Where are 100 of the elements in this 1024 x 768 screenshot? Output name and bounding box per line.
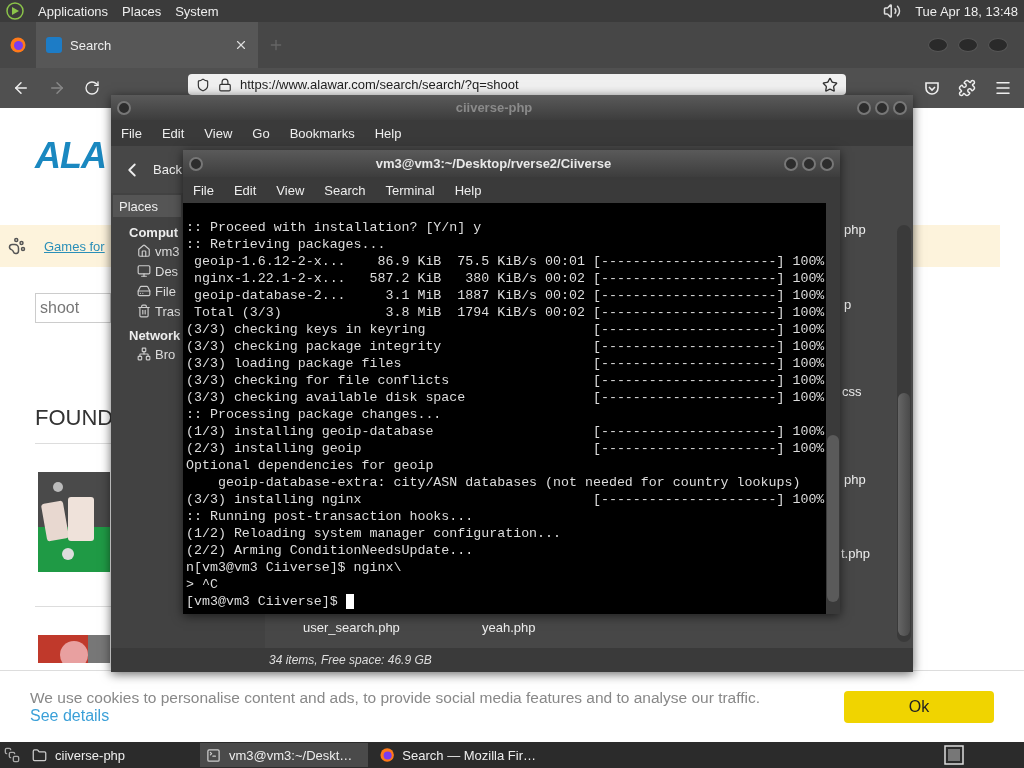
maximize-button[interactable]: [802, 156, 816, 171]
close-icon[interactable]: [234, 38, 248, 52]
favicon-icon: [46, 37, 62, 53]
back-icon[interactable]: [12, 79, 30, 97]
terminal-line: nginx-1.22.1-2-x... 587.2 KiB 380 KiB/s 00:02: [192, 270, 586, 287]
progress-bar-text: [----------------------] 100%: [592, 372, 825, 389]
sidebar-item[interactable]: vm3: [137, 242, 180, 260]
menu-item[interactable]: Bookmarks: [289, 125, 355, 141]
sidebar-item[interactable]: Tras: [137, 302, 181, 320]
file-name[interactable]: php: [844, 222, 866, 237]
menu-item[interactable]: File: [121, 125, 142, 141]
volume-icon[interactable]: [883, 2, 902, 20]
paw-icon: [8, 237, 26, 255]
panel-menu[interactable]: Places: [122, 3, 162, 19]
file-name[interactable]: css: [842, 384, 862, 399]
minimize-button[interactable]: [857, 100, 871, 115]
sidebar-item[interactable]: Des: [137, 262, 179, 280]
show-desktop-icon[interactable]: [4, 747, 20, 763]
workspace-icon[interactable]: [944, 745, 964, 765]
panel-logo-icon[interactable]: [6, 2, 24, 20]
panel-menu[interactable]: Applications: [38, 3, 109, 19]
menu-item[interactable]: Terminal: [385, 182, 435, 198]
minimize-button[interactable]: [784, 156, 798, 171]
progress-bar-text: [----------------------] 100%: [592, 355, 825, 372]
terminal-line: (3/3) checking keys in keyring: [186, 321, 427, 338]
network-icon: [137, 347, 151, 361]
terminal-cursor: [345, 594, 354, 609]
sidebar-item[interactable]: Bro: [137, 345, 176, 363]
terminal-line: Total (3/3) 3.8 MiB 1794 KiB/s 00:02: [192, 304, 586, 321]
taskbar-button[interactable]: ciiverse-php: [26, 743, 194, 767]
url-field[interactable]: https://www.alawar.com/search/search/?q=shoot: [188, 74, 846, 95]
menu-item[interactable]: Edit: [233, 182, 257, 198]
bookmark-star-icon[interactable]: [822, 76, 838, 93]
menu-item[interactable]: View: [204, 125, 233, 141]
menu-item[interactable]: View: [276, 182, 305, 198]
terminal-line: :: Retrieving packages...: [186, 236, 386, 253]
places-header[interactable]: Places: [113, 195, 181, 217]
taskbar-button[interactable]: Search — Mozilla Fir…: [374, 743, 542, 767]
menu-item[interactable]: Help: [454, 182, 482, 198]
menu-item[interactable]: Help: [374, 125, 402, 141]
window-button[interactable]: [928, 38, 948, 52]
shield-icon[interactable]: [196, 77, 210, 92]
panel-menu[interactable]: System: [175, 3, 219, 19]
terminal-line: (3/3) checking for file conflicts: [186, 372, 451, 389]
terminal-line: (3/3) installing nginx: [186, 491, 363, 508]
close-button[interactable]: [893, 100, 907, 115]
progress-bar-text: [----------------------] 100%: [592, 304, 825, 321]
firefox-icon: [10, 37, 26, 53]
terminal-line: :: Processing package changes...: [186, 406, 442, 423]
taskbar-button[interactable]: vm3@vm3:~/Deskt…: [200, 743, 368, 767]
maximize-button[interactable]: [875, 100, 889, 115]
ok-button[interactable]: Ok: [844, 690, 994, 723]
terminal-line: [vm3@vm3 Ciiverse]$: [186, 593, 339, 610]
scrollbar-thumb[interactable]: [898, 393, 910, 636]
extensions-icon[interactable]: [958, 79, 976, 97]
terminal-line: (1/3) installing geoip-database: [186, 423, 435, 440]
terminal-icon: [206, 747, 221, 763]
menu-item[interactable]: Go: [252, 125, 270, 141]
drive-icon: [137, 284, 151, 298]
window-title: vm3@vm3:~/Desktop/rverse2/Ciiverse: [374, 156, 613, 171]
sidebar-item[interactable]: File: [137, 282, 176, 300]
terminal-line: n[vm3@vm3 Ciiverse]$ nginx\: [186, 559, 402, 576]
file-name[interactable]: yeah.php: [482, 620, 536, 635]
clock: Tue Apr 18, 13:48: [915, 3, 1018, 19]
back-label[interactable]: Back: [153, 162, 182, 177]
lock-icon[interactable]: [218, 77, 232, 92]
folder-icon: [32, 747, 47, 763]
close-button[interactable]: [820, 156, 834, 171]
terminal-line: (3/3) loading package files: [186, 355, 403, 372]
browser-tab[interactable]: Search: [36, 22, 258, 68]
window-button[interactable]: [958, 38, 978, 52]
menu-item[interactable]: File: [193, 182, 214, 198]
sidebar-section: Comput: [129, 225, 179, 240]
pocket-icon[interactable]: [924, 80, 940, 96]
progress-bar-text: [----------------------] 100%: [592, 491, 825, 508]
menu-item[interactable]: Search: [324, 182, 366, 198]
file-name[interactable]: p: [844, 297, 852, 312]
terminal-line: geoip-1.6.12-2-x... 86.9 KiB 75.5 KiB/s 00:01: [192, 253, 586, 270]
home-icon: [137, 244, 151, 258]
firefox-icon: [380, 747, 395, 763]
search-field[interactable]: shoot: [35, 293, 111, 323]
file-name[interactable]: php: [844, 472, 866, 487]
progress-bar-text: [----------------------] 100%: [592, 287, 825, 304]
window-menu-button[interactable]: [117, 100, 131, 115]
file-name[interactable]: t.php: [841, 546, 870, 561]
terminal-line: (2/3) installing geoip: [186, 440, 363, 457]
site-logo[interactable]: ALA: [35, 135, 106, 175]
scrollbar-thumb[interactable]: [827, 435, 839, 602]
forward-icon[interactable]: [48, 79, 66, 97]
menu-item[interactable]: Edit: [161, 125, 185, 141]
progress-bar-text: [----------------------] 100%: [592, 338, 825, 355]
menu-icon[interactable]: [994, 79, 1012, 97]
window-menu-button[interactable]: [189, 156, 203, 171]
reload-icon[interactable]: [84, 80, 100, 96]
window-button[interactable]: [988, 38, 1008, 52]
window-title: ciiverse-php: [454, 100, 534, 115]
progress-bar-text: [----------------------] 100%: [592, 253, 825, 270]
file-name[interactable]: user_search.php: [303, 620, 400, 635]
terminal-line: > ^C: [186, 576, 218, 593]
terminal-line: (3/3) checking available disk space: [186, 389, 467, 406]
